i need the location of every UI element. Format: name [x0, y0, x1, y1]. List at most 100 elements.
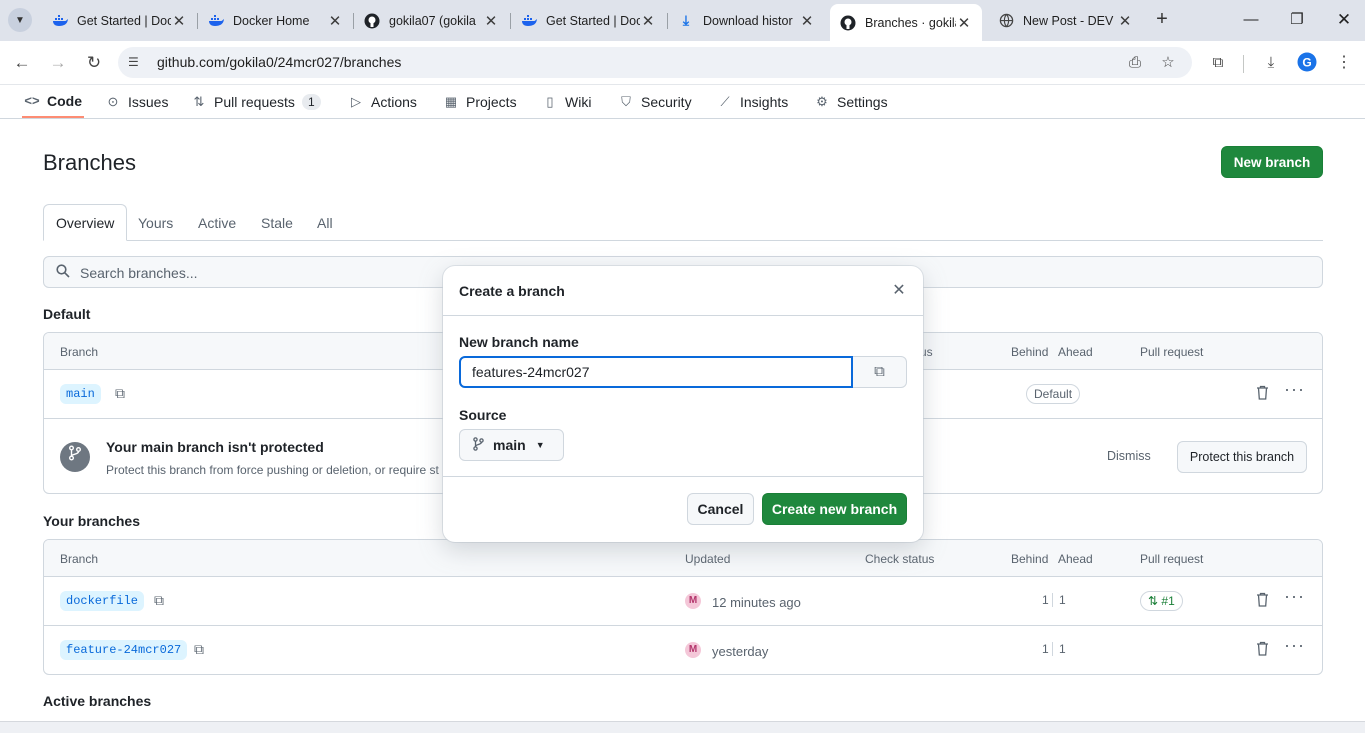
browser-tab[interactable]: Get Started | Doc ✕ — [42, 4, 197, 37]
close-tab-icon[interactable]: ✕ — [171, 12, 187, 30]
dialog-title: Create a branch — [459, 283, 565, 299]
close-tab-icon[interactable]: ✕ — [956, 14, 972, 32]
bookmark-star-icon[interactable]: ☆ — [1158, 53, 1178, 73]
table-row: feature-24mcr027 ⧉ M yesterday 1 1 ··· — [44, 626, 1322, 674]
shield-icon: ⛉ — [621, 93, 631, 109]
downloads-icon[interactable]: ⤓ — [1260, 52, 1282, 74]
dismiss-button[interactable]: Dismiss — [1107, 449, 1151, 463]
browser-tab[interactable]: ⤓ Download histor ✕ — [668, 4, 825, 37]
browser-toolbar: ← → ↻ ☰ github.com/gokila0/24mcr027/bran… — [0, 41, 1365, 85]
repo-tab-actions[interactable]: ▷ Actions — [348, 85, 417, 118]
repo-tab-security[interactable]: ⛉ Security — [618, 85, 691, 118]
repo-tab-code[interactable]: <> Code — [22, 85, 84, 118]
repo-tab-projects[interactable]: ▦ Projects — [443, 85, 517, 118]
new-branch-button[interactable]: New branch — [1221, 146, 1323, 178]
search-icon — [56, 264, 70, 281]
your-branches-heading: Your branches — [43, 513, 140, 529]
branch-name-input[interactable] — [459, 356, 853, 388]
profile-icon[interactable]: G — [1296, 52, 1318, 74]
address-bar[interactable]: ☰ github.com/gokila0/24mcr027/branches ⎙… — [118, 47, 1192, 78]
copy-icon[interactable]: ⧉ — [154, 592, 164, 609]
copy-icon[interactable]: ⧉ — [115, 385, 125, 402]
extensions-icon[interactable]: ⧉ — [1207, 52, 1229, 74]
tab-overview[interactable]: Overview — [43, 204, 128, 241]
globe-icon — [998, 13, 1014, 29]
repo-tab-settings[interactable]: ⚙ Settings — [814, 85, 887, 118]
tab-stale[interactable]: Stale — [261, 204, 293, 241]
restore-icon[interactable]: ❐ — [1285, 8, 1309, 32]
close-tab-icon[interactable]: ✕ — [640, 12, 656, 30]
branch-link-dockerfile[interactable]: dockerfile — [60, 591, 145, 611]
protect-description: Protect this branch from force pushing o… — [106, 463, 439, 477]
copy-icon[interactable]: ⧉ — [853, 356, 907, 388]
ahead-count: 1 — [1059, 642, 1066, 656]
protect-branch-button[interactable]: Protect this branch — [1177, 441, 1307, 473]
close-tab-icon[interactable]: ✕ — [483, 12, 499, 30]
source-branch-dropdown[interactable]: main ▼ — [459, 429, 564, 461]
repo-tab-issues[interactable]: ⊙ Issues — [105, 85, 169, 118]
table-header: Branch Updated Check status Behind Ahead… — [44, 540, 1322, 577]
tab-all[interactable]: All — [317, 204, 333, 241]
cancel-button[interactable]: Cancel — [687, 493, 754, 525]
source-label: Source — [459, 407, 507, 423]
tab-active[interactable]: Active — [198, 204, 236, 241]
github-icon — [840, 15, 856, 31]
back-icon[interactable]: ← — [10, 51, 34, 75]
repo-nav: <> Code ⊙ Issues ⇅ Pull requests 1 ▷ Actions … — [0, 85, 1365, 119]
taskbar — [0, 721, 1365, 733]
close-tab-icon[interactable]: ✕ — [1117, 12, 1133, 30]
close-window-icon[interactable]: ✕ — [1332, 8, 1356, 32]
browser-tab[interactable]: Get Started | Doc ✕ — [511, 4, 666, 37]
tab-search-chevron-icon[interactable]: ▼ — [8, 8, 32, 32]
install-app-icon[interactable]: ⎙ — [1125, 53, 1145, 73]
pull-request-icon: ⇅ — [1148, 594, 1162, 608]
branch-filter-tabs: Overview Yours Active Stale All — [43, 204, 1323, 241]
copy-icon[interactable]: ⧉ — [194, 641, 204, 658]
trash-icon[interactable] — [1256, 592, 1269, 610]
table-row: dockerfile ⧉ M 12 minutes ago 1 1 ⇅ #1 ·… — [44, 577, 1322, 626]
updated-time: yesterday — [712, 644, 769, 659]
close-icon[interactable]: ✕ — [889, 280, 909, 300]
pull-request-count: 1 — [301, 93, 321, 110]
branch-icon — [473, 436, 484, 454]
trash-icon[interactable] — [1256, 385, 1269, 403]
behind-count: 1 — [1042, 642, 1049, 656]
branch-link-main[interactable]: main — [60, 384, 101, 404]
browser-tab[interactable]: Docker Home ✕ — [198, 4, 353, 37]
close-tab-icon[interactable]: ✕ — [799, 12, 815, 30]
pull-request-badge[interactable]: ⇅ #1 — [1140, 591, 1183, 611]
close-tab-icon[interactable]: ✕ — [327, 12, 343, 30]
browser-menu-icon[interactable]: ⋮ — [1333, 52, 1355, 74]
reload-icon[interactable]: ↻ — [82, 51, 106, 75]
repo-tab-insights[interactable]: ⟋ Insights — [717, 85, 788, 118]
browser-tab[interactable]: gokila07 (gokila ✕ — [354, 4, 509, 37]
avatar: M — [685, 593, 701, 609]
create-new-branch-button[interactable]: Create new branch — [762, 493, 907, 525]
browser-tab-active[interactable]: Branches · gokila ✕ — [830, 4, 982, 41]
forward-icon[interactable]: → — [46, 51, 70, 75]
branch-name-label: New branch name — [459, 334, 579, 350]
repo-tab-pull-requests[interactable]: ⇅ Pull requests 1 — [191, 85, 321, 118]
branch-link-feature-24mcr027[interactable]: feature-24mcr027 — [60, 640, 188, 660]
more-options-icon[interactable]: ··· — [1284, 379, 1305, 400]
avatar: M — [685, 642, 701, 658]
github-icon — [364, 13, 380, 29]
more-options-icon[interactable]: ··· — [1284, 635, 1305, 656]
branch-icon — [60, 442, 90, 472]
new-tab-icon[interactable]: + — [1150, 8, 1174, 32]
site-settings-icon[interactable]: ☰ — [128, 55, 143, 70]
issue-icon: ⊙ — [107, 93, 119, 109]
book-icon: ▯ — [546, 93, 554, 109]
browser-tab[interactable]: New Post - DEV ✕ — [988, 4, 1143, 37]
graph-icon: ⟋ — [720, 93, 730, 109]
toolbar-divider — [1243, 55, 1244, 73]
more-options-icon[interactable]: ··· — [1284, 586, 1305, 607]
default-section-heading: Default — [43, 306, 91, 322]
active-branches-heading: Active branches — [43, 693, 152, 709]
minimize-icon[interactable]: — — [1239, 8, 1263, 32]
play-icon: ▷ — [351, 93, 361, 109]
trash-icon[interactable] — [1256, 641, 1269, 659]
repo-tab-wiki[interactable]: ▯ Wiki — [542, 85, 591, 118]
docker-icon — [52, 13, 68, 29]
tab-yours[interactable]: Yours — [138, 204, 173, 241]
